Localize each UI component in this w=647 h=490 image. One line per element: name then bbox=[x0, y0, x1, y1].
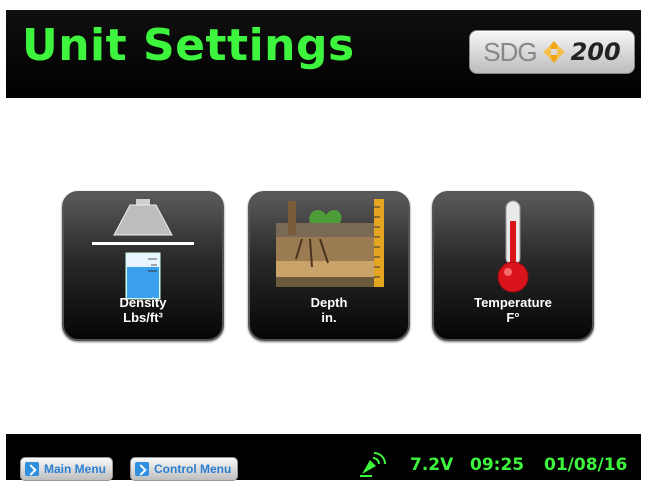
settings-panel: Density Lbs/ft³ Depth in. Temperature F° bbox=[6, 98, 641, 434]
exit-arrow-icon bbox=[135, 462, 149, 476]
logo-arrows-icon bbox=[542, 41, 565, 63]
current-date: 01/08/16 bbox=[544, 455, 628, 475]
logo-model: 200 bbox=[570, 38, 621, 66]
sdg-200-logo: SDG 200 bbox=[469, 30, 635, 74]
logo-brand: SDG bbox=[483, 36, 537, 67]
battery-voltage: 7.2V bbox=[410, 455, 454, 475]
density-tile-button[interactable]: Density Lbs/ft³ bbox=[62, 191, 224, 341]
footer-bar: Main Menu Control Menu 7.2V 09:25 01/08/… bbox=[6, 434, 641, 481]
temperature-tile-button[interactable]: Temperature F° bbox=[432, 191, 594, 341]
exit-arrow-icon bbox=[25, 462, 39, 476]
main-menu-button[interactable]: Main Menu bbox=[20, 457, 113, 481]
temperature-label: Temperature F° bbox=[474, 295, 552, 325]
device-screen: Unit Settings SDG 200 Density Lbs/ft³ De… bbox=[6, 10, 641, 481]
control-menu-button[interactable]: Control Menu bbox=[130, 457, 239, 481]
page-title: Unit Settings bbox=[22, 20, 355, 71]
depth-tile-button[interactable]: Depth in. bbox=[248, 191, 410, 341]
density-label: Density Lbs/ft³ bbox=[119, 295, 167, 325]
header-bar: Unit Settings SDG 200 bbox=[6, 10, 641, 98]
satellite-signal-icon bbox=[360, 452, 386, 477]
depth-label: Depth in. bbox=[310, 295, 348, 325]
clock-time: 09:25 bbox=[470, 455, 525, 475]
